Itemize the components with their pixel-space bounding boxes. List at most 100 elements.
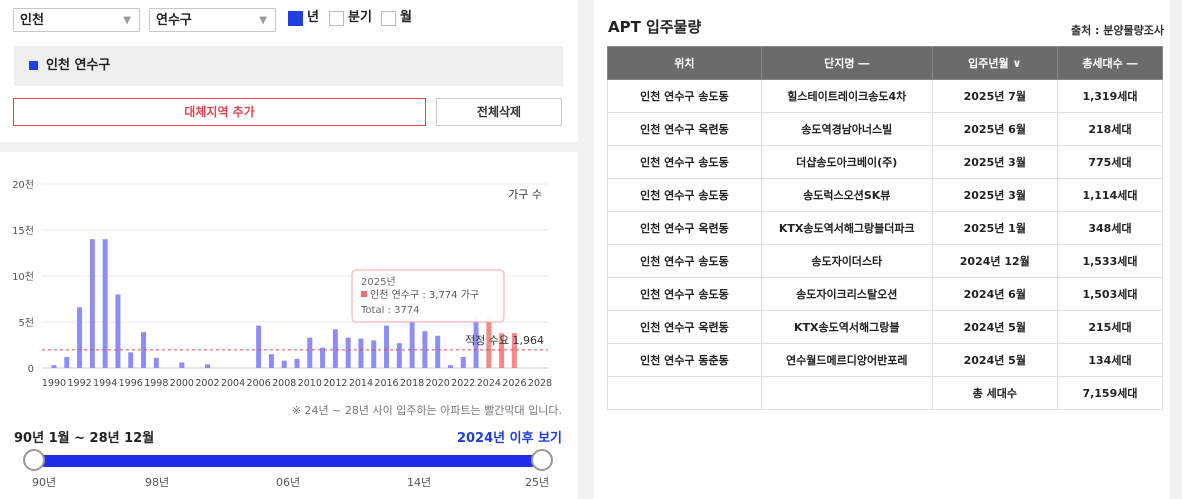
chart-bar [447, 365, 453, 368]
table-row[interactable]: 인천 연수구 송도동 송도럭스오션SK뷰 2025년 3월 1,114세대 [607, 178, 1164, 212]
table-total-row: 총 세대수 7,159세대 [607, 376, 1164, 410]
tooltip-total: Total : 3774 [360, 305, 420, 316]
year-checkbox-label: 년 [307, 10, 319, 25]
chart-bar [460, 356, 466, 368]
supply-chart-svg: 0 5천 10천 15천 20천가구 수 1990 1992 1994 1996 1998 2000… [12, 179, 552, 389]
cell-units: 134세대 [1056, 343, 1164, 377]
chart-bar [179, 362, 185, 368]
cell-move-in: 2024년 12월 [931, 244, 1058, 278]
y-tick-label: 5천 [18, 317, 34, 329]
cell-move-in: 2024년 5월 [931, 310, 1058, 344]
chart-bar [358, 338, 364, 368]
chart-bar [345, 337, 351, 368]
x-tick-label: 2026 [502, 378, 526, 389]
table-row[interactable]: 인천 연수구 송도동 힐스테이트레이크송도4차 2025년 7월 1,319세대 [607, 79, 1164, 113]
table-title: APT 입주물량 [608, 18, 702, 36]
add-region-button[interactable]: 대체지역 추가 [13, 98, 426, 126]
district-select[interactable]: 연수구 ▼ [149, 8, 276, 32]
chart-bar [332, 329, 338, 368]
delete-all-button[interactable]: 전체삭제 [436, 98, 562, 126]
cell-units: 348세대 [1056, 211, 1164, 245]
range-tick: 25년 [525, 476, 550, 489]
cell-complex: KTX송도역서해그랑블더파크 [760, 211, 933, 245]
chart-note: ※ 24년 ~ 28년 사이 입주하는 아파트는 빨간막대 입니다. [291, 404, 562, 417]
range-tick: 98년 [145, 476, 170, 489]
chart-bar [64, 356, 70, 368]
cell-units: 1,114세대 [1056, 178, 1164, 212]
cell-units: 218세대 [1056, 112, 1164, 146]
cell-move-in: 2024년 5월 [931, 343, 1058, 377]
x-tick-label: 2012 [323, 378, 347, 389]
view-after-2024-link[interactable]: 2024년 이후 보기 [457, 427, 562, 446]
cell-complex: 송도자이크리스탈오션 [760, 277, 933, 311]
x-tick-label: 1994 [93, 378, 117, 389]
range-tick: 06년 [276, 476, 301, 489]
quarter-checkbox-label: 분기 [348, 10, 372, 25]
x-tick-label: 2008 [272, 378, 296, 389]
chart-bar [89, 239, 95, 368]
chart-bar [102, 239, 108, 368]
header-move-in[interactable]: 입주년월 ∨ [931, 46, 1058, 80]
chart-bar [396, 343, 402, 368]
range-slider-track[interactable] [34, 455, 542, 467]
x-tick-label: 1990 [42, 378, 66, 389]
y-axis-label: 가구 수 [508, 188, 542, 201]
chart-bar [51, 365, 57, 368]
header-complex[interactable]: 단지명 ― [760, 46, 933, 80]
city-select[interactable]: 인천 ▼ [13, 8, 140, 32]
month-checkbox[interactable] [381, 11, 396, 26]
cell-location: 인천 연수구 송도동 [607, 244, 762, 278]
total-value: 7,159세대 [1056, 376, 1164, 410]
table-row[interactable]: 인천 연수구 송도동 더샵송도아크베이(주) 2025년 3월 775세대 [607, 145, 1164, 179]
cell-move-in: 2025년 7월 [931, 79, 1058, 113]
region-color-square-icon [29, 61, 38, 70]
cell-location: 인천 연수구 동춘동 [607, 343, 762, 377]
chart-bar [77, 307, 83, 368]
cell-complex: KTX송도역서해그랑블 [760, 310, 933, 344]
chart-bar [294, 358, 300, 368]
range-slider-start-handle[interactable] [23, 449, 45, 471]
cell-location: 인천 연수구 옥련동 [607, 211, 762, 245]
panel-divider [578, 0, 594, 499]
header-units[interactable]: 총세대수 ― [1056, 46, 1164, 80]
x-tick-label: 2014 [349, 378, 373, 389]
y-tick-label: 0 [28, 364, 34, 375]
cell-complex: 송도자이더스타 [760, 244, 933, 278]
x-tick-label: 1992 [67, 378, 91, 389]
table-row[interactable]: 인천 연수구 옥련동 KTX송도역서해그랑블 2024년 5월 215세대 [607, 310, 1164, 344]
left-panel: 인천 ▼ 연수구 ▼ 년 분기 월 인천 연수구 대체지역 추가 전체삭제 0 5… [0, 0, 578, 499]
header-location[interactable]: 위치 [607, 46, 762, 80]
table-row[interactable]: 인천 연수구 옥련동 KTX송도역서해그랑블더파크 2025년 1월 348세대 [607, 211, 1164, 245]
right-panel: APT 입주물량 출처 : 분양물량조사 위치 단지명 ― 입주년월 ∨ 총세대… [594, 0, 1170, 499]
cell-units: 1,319세대 [1056, 79, 1164, 113]
month-checkbox-label: 월 [400, 10, 412, 25]
table-source: 출처 : 분양물량조사 [1070, 24, 1164, 37]
table-row[interactable]: 인천 연수구 동춘동 연수월드메르디앙어반포레 2024년 5월 134세대 [607, 343, 1164, 377]
chevron-down-icon: ▼ [259, 15, 267, 26]
quarter-checkbox[interactable] [329, 11, 344, 26]
range-slider-end-handle[interactable] [531, 449, 553, 471]
cell-units: 1,533세대 [1056, 244, 1164, 278]
chart-bar [115, 294, 121, 368]
cell-complex: 연수월드메르디앙어반포레 [760, 343, 933, 377]
x-tick-label: 2022 [451, 378, 475, 389]
x-tick-label: 2010 [298, 378, 322, 389]
y-tick-label: 15천 [12, 225, 34, 237]
cell-location: 인천 연수구 송도동 [607, 145, 762, 179]
x-tick-label: 2020 [426, 378, 450, 389]
cell-complex: 송도역경남아너스빌 [760, 112, 933, 146]
chart-bar [153, 357, 159, 368]
section-divider [0, 142, 578, 152]
table-row[interactable]: 인천 연수구 송도동 송도자이크리스탈오션 2024년 6월 1,503세대 [607, 277, 1164, 311]
cell-units: 215세대 [1056, 310, 1164, 344]
table-row[interactable]: 인천 연수구 옥련동 송도역경남아너스빌 2025년 6월 218세대 [607, 112, 1164, 146]
cell-location: 인천 연수구 옥련동 [607, 112, 762, 146]
chevron-down-icon: ▼ [123, 15, 131, 26]
x-tick-label: 2006 [247, 378, 271, 389]
x-tick-label: 2018 [400, 378, 424, 389]
year-checkbox[interactable] [288, 11, 303, 26]
total-empty-cell [607, 376, 762, 410]
cell-move-in: 2025년 6월 [931, 112, 1058, 146]
table-row[interactable]: 인천 연수구 송도동 송도자이더스타 2024년 12월 1,533세대 [607, 244, 1164, 278]
x-tick-label: 2002 [195, 378, 219, 389]
